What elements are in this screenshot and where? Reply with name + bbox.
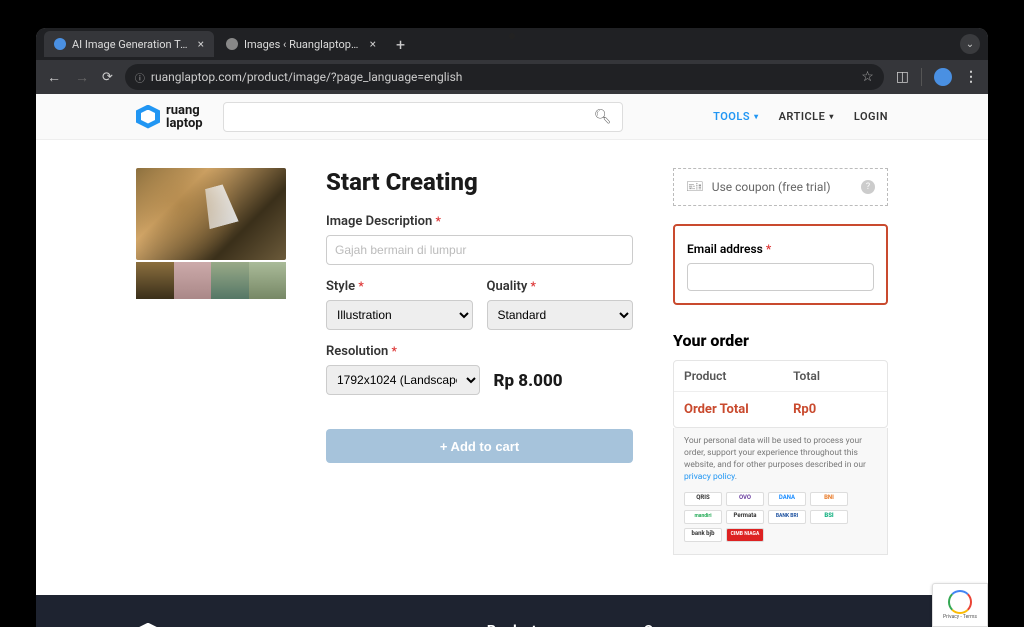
product-form: Start Creating Image Description * Style… — [326, 168, 633, 555]
site-header: ruang laptop 🔍︎ TOOLS ▾ ARTICLE ▾ LOGIN — [36, 94, 988, 140]
privacy-note: Your personal data will be used to proce… — [673, 428, 888, 555]
page-title: Start Creating — [326, 168, 633, 196]
order-col-product: Product — [684, 369, 793, 383]
browser-toolbar: ← → ⟳ ⓘ ruanglaptop.com/product/image/?p… — [36, 60, 988, 94]
recaptcha-text: Privacy - Terms — [943, 614, 977, 620]
thumbnail[interactable] — [249, 262, 287, 299]
nav-login[interactable]: LOGIN — [854, 110, 888, 123]
payment-bjb: bank bjb — [684, 528, 722, 542]
order-sidebar: 🎫︎ Use coupon (free trial) ? Email addre… — [673, 168, 888, 555]
email-label: Email address * — [687, 242, 771, 256]
payment-qris: QRIS — [684, 492, 722, 506]
main-content: Start Creating Image Description * Style… — [36, 140, 988, 595]
quality-select[interactable]: Standard — [487, 300, 634, 330]
footer-logo[interactable]: ruang — [136, 623, 207, 627]
nav-article[interactable]: ARTICLE ▾ — [779, 110, 834, 123]
laptop-camera — [509, 33, 515, 39]
add-to-cart-button[interactable]: + Add to cart — [326, 429, 633, 463]
thumbnail[interactable] — [174, 262, 212, 299]
back-button[interactable]: ← — [46, 69, 62, 86]
payment-mandiri: mandiri — [684, 510, 722, 524]
order-total-value: Rp0 — [793, 402, 877, 417]
url-text: ruanglaptop.com/product/image/?page_lang… — [151, 70, 462, 84]
browser-tab[interactable]: Images ‹ Ruanglaptop Portal × — [216, 31, 386, 57]
profile-avatar[interactable] — [934, 68, 952, 86]
browser-tab-active[interactable]: AI Image Generation Tool - N × — [44, 31, 214, 57]
thumbnail-strip — [136, 262, 286, 299]
site-logo[interactable]: ruang laptop — [136, 104, 203, 130]
window-minimize-icon[interactable]: ⌄ — [960, 34, 980, 54]
site-search[interactable]: 🔍︎ — [223, 102, 623, 132]
reload-button[interactable]: ⟳ — [102, 70, 113, 85]
site-footer: ruang Products Company — [36, 595, 988, 627]
price-display: Rp 8.000 — [494, 371, 563, 395]
privacy-policy-link[interactable]: privacy policy — [684, 472, 735, 482]
search-input[interactable] — [234, 109, 594, 124]
payment-methods: QRIS OVO DANA BNI mandiri Permata BANK B… — [684, 492, 877, 542]
chevron-down-icon: ▾ — [754, 112, 759, 121]
quality-label: Quality * — [487, 279, 634, 294]
payment-ovo: OVO — [726, 492, 764, 506]
resolution-select[interactable]: 1792x1024 (Landscape) — [326, 365, 480, 395]
image-description-input[interactable] — [326, 235, 633, 265]
main-nav: TOOLS ▾ ARTICLE ▾ LOGIN — [713, 110, 888, 123]
thumbnail[interactable] — [211, 262, 249, 299]
logo-mark-icon — [136, 623, 160, 627]
help-icon[interactable]: ? — [861, 180, 875, 194]
resolution-label: Resolution * — [326, 344, 480, 359]
ticket-icon: 🎫︎ — [686, 179, 704, 195]
footer-products-heading: Products — [487, 623, 544, 627]
nav-tools[interactable]: TOOLS ▾ — [713, 110, 758, 123]
address-bar[interactable]: ⓘ ruanglaptop.com/product/image/?page_la… — [125, 64, 884, 90]
payment-bni: BNI — [810, 492, 848, 506]
tab-title: Images ‹ Ruanglaptop Portal — [244, 38, 360, 51]
thumbnail[interactable] — [136, 262, 174, 299]
order-total-label: Order Total — [684, 402, 793, 417]
search-icon[interactable]: 🔍︎ — [594, 109, 612, 125]
image-description-label: Image Description * — [326, 214, 633, 229]
coupon-label: Use coupon (free trial) — [712, 180, 831, 194]
email-input[interactable] — [687, 263, 874, 291]
forward-button: → — [74, 69, 90, 86]
style-select[interactable]: Illustration — [326, 300, 473, 330]
menu-icon[interactable]: ⋮ — [964, 69, 978, 85]
logo-mark-icon — [136, 105, 160, 129]
order-heading: Your order — [673, 331, 888, 350]
payment-bri: BANK BRI — [768, 510, 806, 524]
payment-permata: Permata — [726, 510, 764, 524]
tab-title: AI Image Generation Tool - N — [72, 38, 188, 51]
order-col-total: Total — [793, 369, 877, 383]
coupon-toggle[interactable]: 🎫︎ Use coupon (free trial) ? — [673, 168, 888, 206]
email-field-group: Email address * — [673, 224, 888, 305]
recaptcha-icon — [948, 590, 972, 614]
product-main-image[interactable] — [136, 168, 286, 260]
order-summary-table: Product Total Order Total Rp0 — [673, 360, 888, 428]
close-icon[interactable]: × — [198, 37, 204, 51]
style-label: Style * — [326, 279, 473, 294]
divider — [921, 68, 922, 86]
product-gallery — [136, 168, 286, 555]
new-tab-button[interactable]: + — [388, 35, 413, 54]
extensions-icon[interactable]: ◫ — [896, 69, 909, 85]
payment-bsi: BSI — [810, 510, 848, 524]
logo-text: ruang laptop — [166, 104, 203, 130]
recaptcha-badge[interactable]: Privacy - Terms — [932, 583, 988, 627]
footer-company-heading: Company — [644, 623, 703, 627]
payment-dana: DANA — [768, 492, 806, 506]
page-viewport[interactable]: ruang laptop 🔍︎ TOOLS ▾ ARTICLE ▾ LOGIN — [36, 94, 988, 627]
favicon-icon — [54, 38, 66, 50]
chevron-down-icon: ▾ — [829, 112, 834, 121]
bookmark-icon[interactable]: ☆ — [861, 69, 874, 85]
site-info-icon[interactable]: ⓘ — [135, 70, 145, 85]
close-icon[interactable]: × — [370, 37, 376, 51]
favicon-icon — [226, 38, 238, 50]
payment-cimb: CIMB NIAGA — [726, 528, 764, 542]
